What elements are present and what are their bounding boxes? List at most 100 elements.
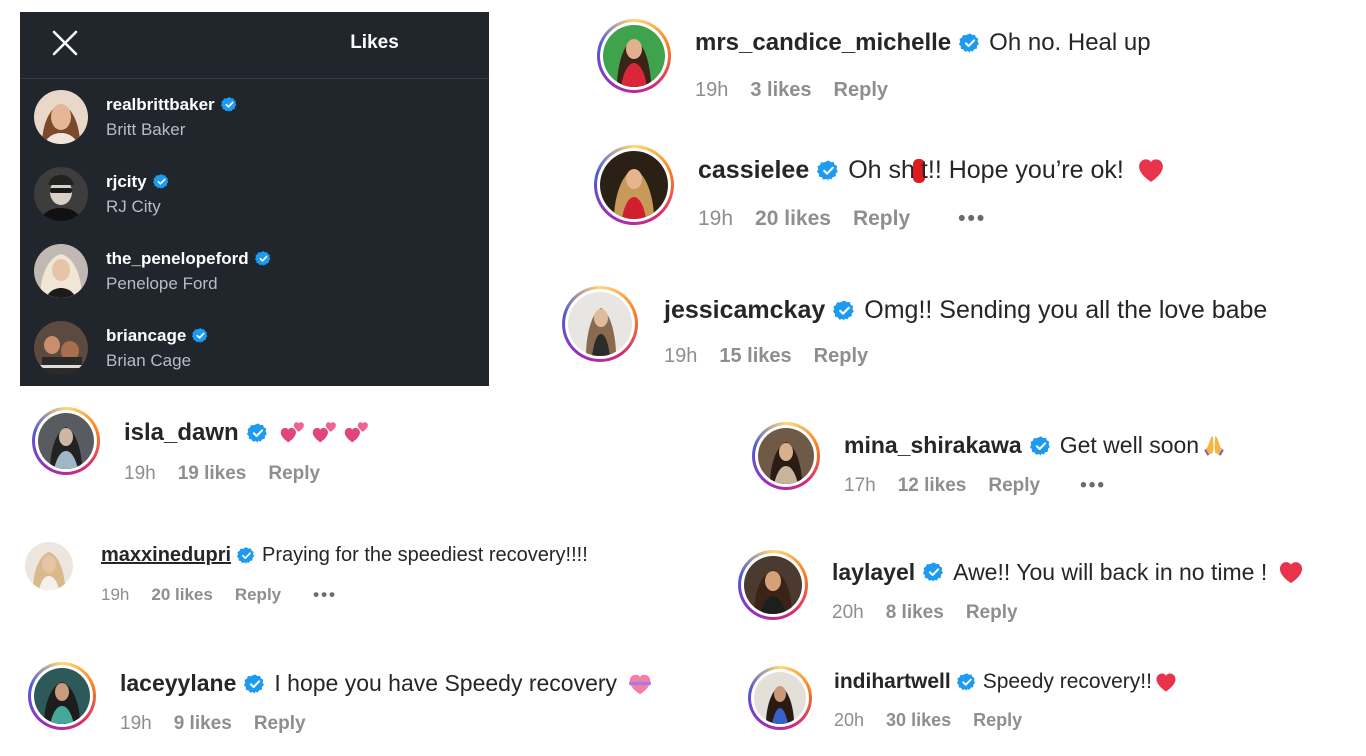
reply-button[interactable]: Reply — [235, 585, 281, 605]
comment-text: Oh sh — [848, 155, 915, 184]
reply-button[interactable]: Reply — [834, 79, 888, 102]
reply-button[interactable]: Reply — [973, 710, 1022, 731]
like-row-the-penelopeford[interactable]: the_penelopeford Penelope Ford — [34, 244, 272, 298]
verified-badge-icon — [255, 250, 272, 267]
comment-time: 20h — [832, 602, 864, 623]
comment-cassielee: cassielee Oh sh t!! Hope you’re ok! 19h 2… — [594, 145, 1166, 231]
comment-username[interactable]: cassielee — [698, 156, 809, 185]
comment-text: I hope you have Speedy recovery — [274, 670, 618, 696]
comment-username[interactable]: indihartwell — [834, 670, 951, 694]
comment-jessicamckay: jessicamckay Omg!! Sending you all the l… — [562, 286, 1267, 368]
like-fullname: Penelope Ford — [106, 273, 218, 293]
avatar[interactable] — [34, 167, 88, 221]
red-heart-icon — [1136, 155, 1166, 185]
avatar[interactable] — [34, 668, 90, 724]
comment-time: 19h — [695, 79, 729, 101]
avatar[interactable] — [34, 321, 88, 375]
comment-username[interactable]: jessicamckay — [664, 296, 825, 325]
verified-badge-icon — [192, 327, 209, 344]
comment-text: Omg!! Sending you all the love babe — [864, 296, 1268, 324]
comment-mina-shirakawa: mina_shirakawa Get well soon 17h 12 like… — [752, 422, 1227, 497]
avatar[interactable] — [34, 90, 88, 144]
comment-likes[interactable]: 20 likes — [151, 585, 212, 605]
verified-badge-icon — [221, 96, 238, 113]
reply-button[interactable]: Reply — [988, 475, 1040, 497]
comment-likes[interactable]: 8 likes — [886, 602, 944, 624]
reply-button[interactable]: Reply — [966, 602, 1018, 624]
avatar[interactable] — [568, 292, 632, 356]
comment-username[interactable]: laylayel — [832, 559, 915, 586]
avatar[interactable] — [600, 151, 668, 219]
verified-badge-icon — [923, 561, 945, 583]
verified-badge-icon — [153, 173, 170, 190]
comment-likes[interactable]: 15 likes — [719, 345, 791, 368]
two-hearts-icon — [279, 419, 307, 447]
likes-header: Likes — [20, 12, 489, 79]
likes-title: Likes — [350, 32, 399, 53]
comment-username[interactable]: isla_dawn — [124, 419, 239, 447]
reply-button[interactable]: Reply — [814, 345, 868, 368]
comment-username[interactable]: mrs_candice_michelle — [695, 29, 951, 57]
comment-time: 17h — [844, 475, 876, 496]
red-heart-icon — [1154, 670, 1178, 694]
comment-time: 19h — [120, 713, 152, 734]
comment-likes[interactable]: 12 likes — [898, 475, 967, 497]
avatar[interactable] — [603, 25, 665, 87]
verified-badge-icon — [957, 672, 977, 692]
comment-time: 19h — [698, 207, 734, 230]
verified-badge-icon — [237, 546, 256, 565]
comment-likes[interactable]: 20 likes — [755, 207, 831, 231]
comment-username[interactable]: maxxinedupri — [101, 544, 231, 567]
verified-badge-icon — [244, 673, 266, 695]
red-heart-icon — [1277, 558, 1305, 586]
comment-text-continued: t!! Hope you’re ok! — [920, 155, 1124, 184]
like-row-briancage[interactable]: briancage Brian Cage — [34, 321, 209, 375]
comment-likes[interactable]: 9 likes — [174, 713, 232, 735]
avatar[interactable] — [25, 542, 73, 590]
comment-time: 20h — [834, 710, 865, 730]
verified-badge-icon — [247, 422, 269, 444]
comment-indihartwell: indihartwell Speedy recovery!! 20h 30 li… — [748, 666, 1178, 731]
like-username[interactable]: realbrittbaker — [106, 95, 215, 115]
praying-hands-icon — [1204, 435, 1224, 456]
comment-laceyylane: laceyylane I hope you have Speedy recove… — [28, 662, 653, 735]
comment-text: Get well soon — [1059, 432, 1200, 458]
comment-text: Praying for the speediest recovery!!!! — [262, 544, 588, 566]
avatar[interactable] — [38, 413, 94, 469]
verified-badge-icon — [817, 159, 840, 182]
like-username[interactable]: rjcity — [106, 172, 147, 192]
like-row-realbrittbaker[interactable]: realbrittbaker Britt Baker — [34, 90, 238, 144]
avatar[interactable] — [34, 244, 88, 298]
avatar[interactable] — [754, 672, 806, 724]
like-username[interactable]: the_penelopeford — [106, 249, 249, 269]
verified-badge-icon — [833, 299, 856, 322]
like-fullname: Britt Baker — [106, 119, 186, 139]
verified-badge-icon — [1030, 435, 1052, 457]
reply-button[interactable]: Reply — [254, 713, 306, 735]
avatar[interactable] — [744, 556, 802, 614]
comment-text: Speedy recovery!! — [982, 670, 1152, 693]
comment-maxxinedupri: maxxinedupri Praying for the speediest r… — [25, 542, 588, 605]
more-options-icon[interactable]: ••• — [958, 207, 986, 231]
more-options-icon[interactable]: ••• — [1080, 475, 1106, 497]
two-hearts-icon — [311, 419, 339, 447]
comment-time: 19h — [101, 585, 130, 604]
like-username[interactable]: briancage — [106, 326, 186, 346]
comment-likes[interactable]: 19 likes — [178, 463, 247, 485]
comment-username[interactable]: mina_shirakawa — [844, 432, 1022, 459]
more-options-icon[interactable]: ••• — [313, 585, 337, 605]
comment-likes[interactable]: 3 likes — [750, 79, 811, 102]
heart-with-ribbon-icon — [629, 674, 651, 694]
two-hearts-icon — [343, 419, 371, 447]
comment-likes[interactable]: 30 likes — [886, 710, 951, 731]
reply-button[interactable]: Reply — [853, 207, 910, 231]
likes-panel: Likes realbrittbaker Britt Baker rjcity … — [20, 12, 489, 386]
comment-username[interactable]: laceyylane — [120, 670, 236, 697]
avatar[interactable] — [758, 428, 814, 484]
comment-time: 19h — [664, 345, 698, 367]
comment-isla-dawn: isla_dawn 19h 19 likes Reply — [32, 407, 371, 485]
like-row-rjcity[interactable]: rjcity RJ City — [34, 167, 170, 221]
verified-badge-icon — [959, 32, 981, 54]
like-fullname: Brian Cage — [106, 350, 192, 370]
reply-button[interactable]: Reply — [268, 463, 320, 485]
